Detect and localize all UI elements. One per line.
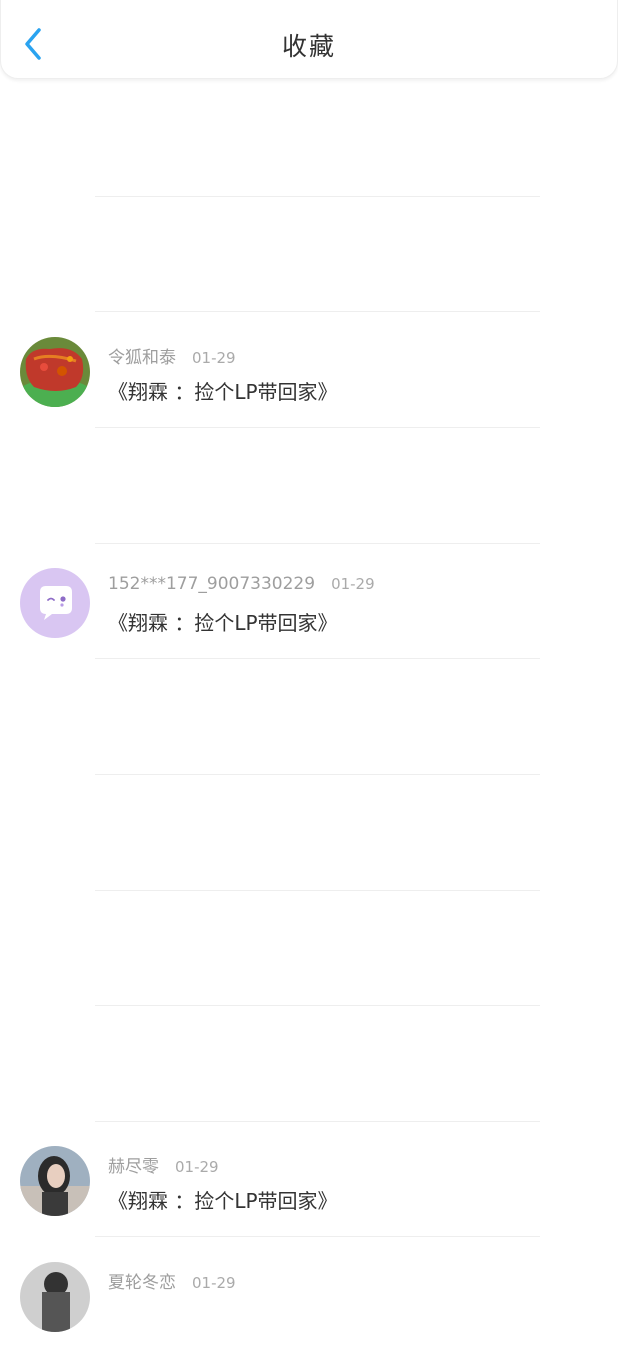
avatar[interactable] — [20, 568, 90, 638]
favorites-list: 令狐和泰 01-29 《翔霖 ：捡个LP带回家》 152***177_900733… — [0, 80, 618, 1332]
page-title: 收藏 — [281, 32, 336, 61]
item-meta: 赫尽零 01-29 — [108, 1152, 219, 1177]
timestamp: 01-29 — [331, 575, 375, 593]
item-text[interactable]: 《翔霖 ：捡个LP带回家》 — [108, 607, 338, 636]
username[interactable]: 152***177_9007330229 — [108, 574, 315, 594]
avatar[interactable] — [20, 337, 90, 407]
item-meta: 令狐和泰 01-29 — [108, 343, 236, 368]
timestamp: 01-29 — [175, 1158, 219, 1176]
item-text[interactable]: 《翔霖 ：捡个LP带回家》 — [108, 1185, 338, 1214]
username[interactable]: 赫尽零 — [108, 1157, 159, 1177]
list-item[interactable]: 赫尽零 01-29 《翔霖 ：捡个LP带回家》 — [0, 1121, 618, 1236]
divider — [95, 1005, 540, 1006]
chat-bubble-icon — [40, 586, 72, 620]
divider — [95, 427, 540, 428]
avatar[interactable] — [20, 1146, 90, 1216]
item-meta: 152***177_9007330229 01-29 — [108, 574, 375, 594]
username[interactable]: 夏轮冬恋 — [108, 1273, 176, 1293]
divider — [95, 196, 540, 197]
app-header: 收藏 — [0, 0, 618, 79]
avatar[interactable] — [20, 1262, 90, 1332]
timestamp: 01-29 — [192, 1274, 236, 1292]
timestamp: 01-29 — [192, 349, 236, 367]
divider — [95, 774, 540, 775]
item-text[interactable]: 《翔霖 ：捡个LP带回家》 — [108, 376, 338, 405]
list-item[interactable]: 152***177_9007330229 01-29 《翔霖 ：捡个LP带回家》 — [0, 543, 618, 658]
username[interactable]: 令狐和泰 — [108, 348, 176, 368]
list-item[interactable]: 夏轮冬恋 01-29 — [0, 1237, 618, 1352]
item-meta: 夏轮冬恋 01-29 — [108, 1268, 236, 1293]
divider — [95, 658, 540, 659]
divider — [95, 890, 540, 891]
list-item[interactable]: 令狐和泰 01-29 《翔霖 ：捡个LP带回家》 — [0, 312, 618, 427]
